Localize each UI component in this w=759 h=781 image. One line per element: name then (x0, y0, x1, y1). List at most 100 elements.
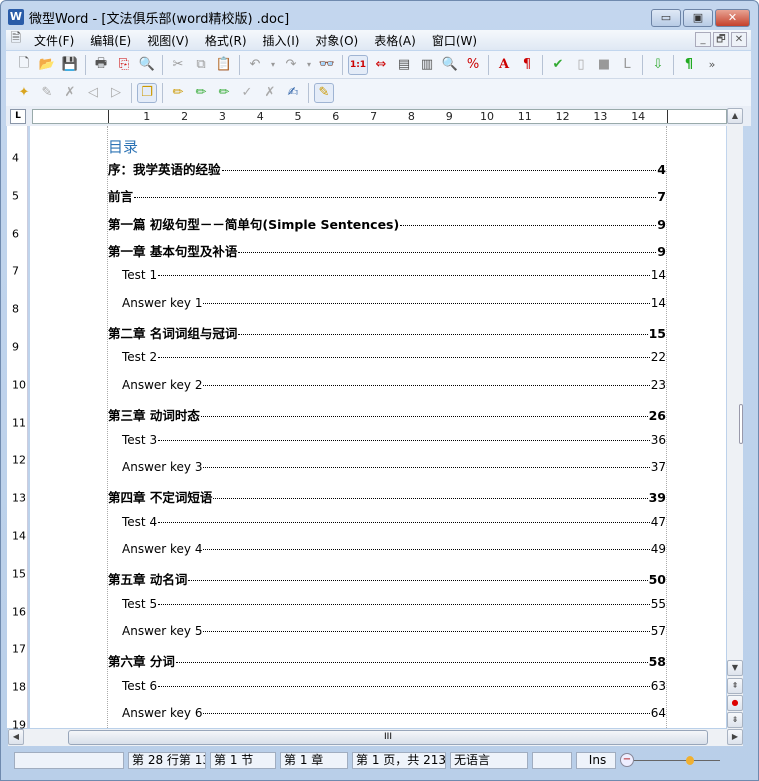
menu-format[interactable]: 格式(R) (197, 32, 255, 49)
paragraph-format-icon[interactable]: ¶ (517, 55, 537, 75)
actual-size-icon[interactable]: 1:1 (348, 54, 368, 75)
ruler-scroll-up[interactable]: ▲ (727, 108, 743, 124)
ruler-tick-label: 7 (370, 110, 378, 123)
previous-comment-icon[interactable]: ◁ (83, 83, 103, 103)
document-page[interactable]: 目录 序：我学英语的经验 4 前言 7 第一篇 初级句型－－简单句(Simple Sen… (30, 126, 726, 728)
toc-entry-title: Test 1 (122, 268, 158, 283)
open-icon[interactable]: 📂 (37, 55, 57, 75)
accept-change-icon[interactable]: ✓ (237, 83, 257, 103)
review-pane-icon[interactable]: ✎ (314, 82, 334, 103)
zoom-icon[interactable]: 🔍 (440, 55, 460, 75)
zoom-out-icon[interactable]: − (620, 752, 634, 767)
scroll-left-button[interactable]: ◀ (8, 729, 24, 745)
menu-table[interactable]: 表格(A) (366, 32, 424, 49)
toc-entry[interactable]: Answer key 6 64 (108, 706, 666, 720)
toc-entry[interactable]: Answer key 5 57 (108, 624, 666, 638)
zoom-slider[interactable]: − (620, 752, 720, 769)
edit-document-icon[interactable]: ✍ (283, 83, 303, 103)
highlight-icon[interactable]: ✏ (168, 83, 188, 103)
one-page-icon[interactable]: ▤ (394, 55, 414, 75)
previous-change-icon[interactable]: ✏ (191, 83, 211, 103)
spellcheck-icon[interactable]: ✔ (548, 55, 568, 75)
toc-entry[interactable]: 第一篇 初级句型－－简单句(Simple Sentences) 9 (108, 214, 666, 233)
copy-icon[interactable]: ⧉ (191, 55, 211, 75)
menu-edit[interactable]: 编辑(E) (82, 32, 139, 49)
show-marks-icon[interactable]: ¶ (679, 55, 699, 75)
document-icon[interactable]: 🗎 (6, 30, 26, 50)
toc-entry[interactable]: Test 4 47 (108, 515, 666, 529)
zoom-percent-icon[interactable]: % (463, 55, 483, 75)
doc-minimize-button[interactable]: _ (695, 32, 711, 47)
toc-entry[interactable]: Answer key 3 37 (108, 460, 666, 474)
toc-entry[interactable]: 第二章 名词词组与冠词 15 (108, 323, 666, 342)
browse-object-button[interactable]: ● (727, 695, 743, 711)
toc-entry[interactable]: 第三章 动词时态 26 (108, 405, 666, 424)
menu-object[interactable]: 对象(O) (307, 32, 366, 49)
toc-entry[interactable]: 第五章 动名词 50 (108, 569, 666, 588)
scroll-down-button[interactable]: ▼ (727, 660, 743, 676)
menu-file[interactable]: 文件(F) (26, 32, 82, 49)
toc-entry[interactable]: 第四章 不定词短语 39 (108, 487, 666, 506)
zoom-slider-thumb[interactable] (686, 755, 694, 765)
new-comment-icon[interactable]: ✦ (14, 83, 34, 103)
delete-comment-icon[interactable]: ✗ (60, 83, 80, 103)
vertical-scrollbar[interactable]: ▼ ⇞ ● ⇟ (727, 124, 743, 729)
toolbar-overflow-icon[interactable]: » (702, 55, 722, 75)
page-width-icon[interactable]: ⇔ (371, 55, 391, 75)
scroll-right-button[interactable]: ▶ (727, 729, 743, 745)
close-button[interactable]: ✕ (715, 9, 750, 27)
maximize-button[interactable]: ▣ (683, 9, 713, 27)
toc-entry[interactable]: Answer key 4 49 (108, 542, 666, 556)
new-icon[interactable]: 🗋 (14, 55, 34, 75)
menu-insert[interactable]: 插入(I) (255, 32, 308, 49)
track-changes-icon[interactable]: ❐ (137, 82, 157, 103)
two-pages-icon[interactable]: ▥ (417, 55, 437, 75)
doc-close-button[interactable]: ✕ (731, 32, 747, 47)
status-insert-mode[interactable]: Ins (576, 751, 616, 769)
undo-dropdown-icon[interactable]: ▾ (268, 55, 278, 75)
doc-restore-button[interactable]: 🗗 (713, 32, 729, 47)
previous-page-button[interactable]: ⇞ (727, 678, 743, 694)
pdf-icon[interactable]: ⎘ (114, 55, 134, 75)
cut-icon[interactable]: ✂ (168, 55, 188, 75)
font-icon[interactable]: A (494, 55, 514, 75)
toc-entry[interactable]: Test 6 63 (108, 679, 666, 693)
tab-selector[interactable]: L (10, 109, 26, 124)
paste-icon[interactable]: 📋 (214, 55, 234, 75)
toc-entry[interactable]: Test 2 22 (108, 350, 666, 364)
toc-leader (158, 521, 650, 523)
horizontal-ruler[interactable]: 1 2 3 4 5 6 7 8 9 10 11 12 13 14 (32, 109, 727, 124)
print-icon[interactable]: 🖶 (91, 55, 111, 75)
insert-field-icon[interactable]: ⇩ (648, 55, 668, 75)
print-preview-icon[interactable]: 🔍 (137, 55, 157, 75)
horizontal-scroll-thumb[interactable]: III (68, 730, 708, 745)
save-icon[interactable]: 💾 (60, 55, 80, 75)
menu-window[interactable]: 窗口(W) (424, 32, 485, 49)
toc-entry[interactable]: 第六章 分词 58 (108, 651, 666, 670)
reject-change-icon[interactable]: ✗ (260, 83, 280, 103)
toc-entry[interactable]: Answer key 2 23 (108, 378, 666, 392)
minimize-button[interactable]: ▭ (651, 9, 681, 27)
next-change-icon[interactable]: ✏ (214, 83, 234, 103)
redo-dropdown-icon[interactable]: ▾ (304, 55, 314, 75)
toc-entry[interactable]: Test 5 55 (108, 597, 666, 611)
redo-icon[interactable]: ↷ (281, 55, 301, 75)
horizontal-scrollbar[interactable]: ◀ III ▶ (8, 729, 743, 746)
toc-entry-title: 第一章 基本句型及补语 (108, 244, 238, 260)
next-comment-icon[interactable]: ▷ (106, 83, 126, 103)
undo-icon[interactable]: ↶ (245, 55, 265, 75)
menu-view[interactable]: 视图(V) (139, 32, 197, 49)
toc-entry[interactable]: 第一章 基本句型及补语 9 (108, 241, 666, 260)
edit-comment-icon[interactable]: ✎ (37, 83, 57, 103)
vertical-ruler[interactable]: 4 5 6 7 8 9 10 11 12 13 14 15 16 17 18 19 (7, 126, 28, 732)
toc-entry[interactable]: Test 3 36 (108, 433, 666, 447)
find-icon[interactable]: 👓 (317, 55, 337, 75)
toc-entry[interactable]: Answer key 1 14 (108, 296, 666, 310)
toc-entry[interactable]: 前言 7 (108, 186, 666, 205)
next-page-button[interactable]: ⇟ (727, 712, 743, 728)
toc-entry[interactable]: 序：我学英语的经验 4 (108, 159, 666, 178)
shadow-icon[interactable]: ■ (594, 55, 614, 75)
toc-entry[interactable]: Test 1 14 (108, 268, 666, 282)
columns-icon[interactable]: ▯ (571, 55, 591, 75)
border-icon[interactable]: L (617, 55, 637, 75)
